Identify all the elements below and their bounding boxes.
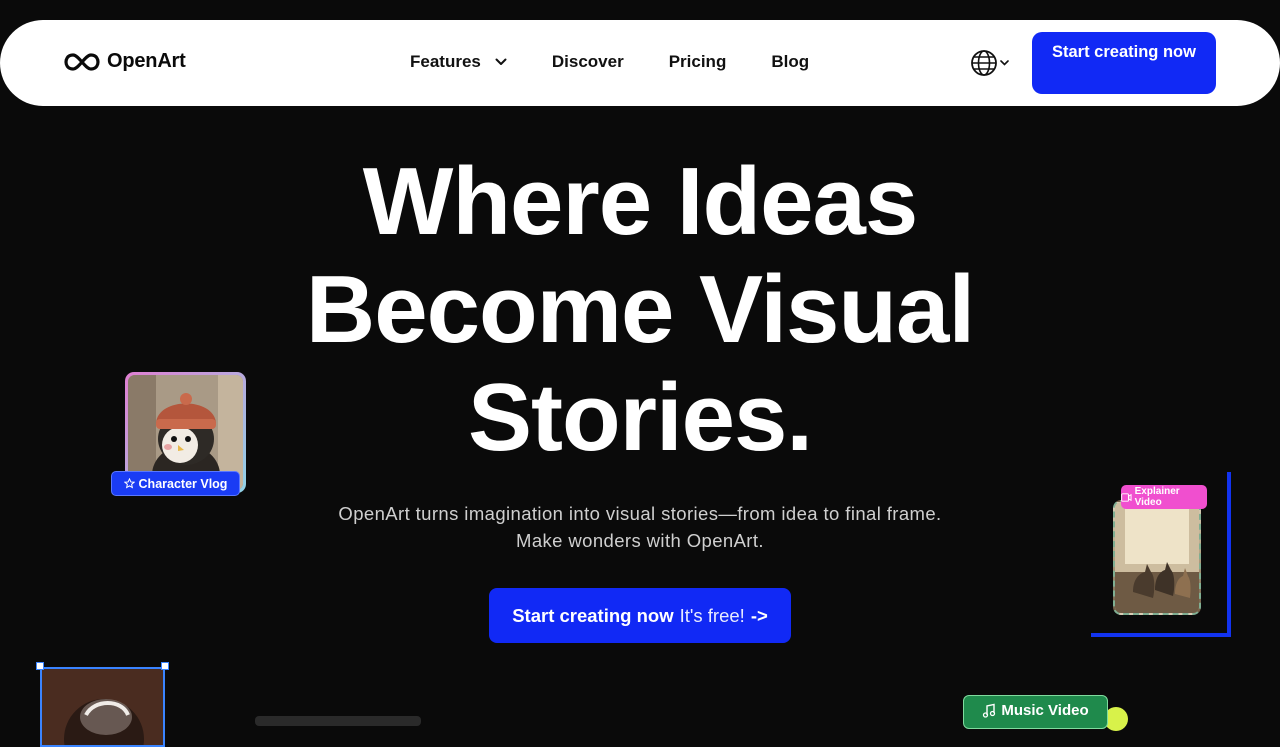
music-video-badge: Music Video — [963, 695, 1108, 729]
selected-image-card[interactable] — [40, 667, 165, 747]
cats-illustration — [1115, 502, 1199, 613]
explainer-video-card[interactable] — [1113, 500, 1201, 615]
character-vlog-label: Character Vlog — [138, 476, 228, 491]
nav-blog[interactable]: Blog — [771, 52, 809, 72]
music-note-icon — [983, 703, 996, 718]
hero-subtitle: OpenArt turns imagination into visual st… — [0, 500, 1280, 554]
star-icon — [123, 478, 135, 489]
nav-discover[interactable]: Discover — [552, 52, 624, 72]
start-creating-hero-button[interactable]: Start creating now It's free! -> — [489, 588, 791, 643]
nav-links: Features Discover Pricing Blog — [410, 52, 809, 72]
hero-title-line: Where Ideas — [362, 148, 919, 255]
explainer-video-badge: Explainer Video — [1121, 485, 1207, 509]
brand-logo[interactable]: OpenArt — [63, 50, 186, 73]
nav-features[interactable]: Features — [410, 52, 507, 72]
hero-subtitle-line: Make wonders with OpenArt. — [516, 530, 764, 551]
start-creating-nav-button[interactable]: Start creating now — [1032, 32, 1216, 94]
portrait-illustration — [42, 669, 163, 745]
cta-hero-bold: Start creating now — [512, 604, 674, 626]
nav-blog-label: Blog — [771, 52, 810, 71]
hero-subtitle-line: OpenArt turns imagination into visual st… — [338, 503, 942, 524]
nav-pricing[interactable]: Pricing — [669, 52, 727, 72]
chevron-down-icon — [495, 58, 507, 65]
cta-hero-light: It's free! — [679, 604, 745, 626]
music-video-label: Music Video — [1001, 701, 1089, 719]
partial-card — [255, 716, 421, 726]
nav-features-label: Features — [410, 52, 481, 71]
nav-pricing-label: Pricing — [668, 52, 727, 71]
brand-name: OpenArt — [107, 50, 186, 72]
resize-handle[interactable] — [161, 662, 169, 670]
nav-discover-label: Discover — [551, 52, 624, 71]
chevron-down-icon — [1000, 60, 1009, 66]
cta-hero-arrow: -> — [750, 604, 768, 626]
language-selector[interactable] — [970, 49, 1009, 77]
hero-title-line: Become Visual — [305, 256, 975, 363]
video-icon — [1121, 492, 1132, 502]
resize-handle[interactable] — [36, 662, 44, 670]
globe-icon — [971, 50, 997, 76]
top-navbar: OpenArt Features Discover Pricing Blog S… — [0, 20, 1280, 106]
explainer-video-label: Explainer Video — [1134, 486, 1180, 508]
infinity-logo-icon — [64, 52, 100, 71]
character-vlog-badge: Character Vlog — [111, 471, 240, 496]
